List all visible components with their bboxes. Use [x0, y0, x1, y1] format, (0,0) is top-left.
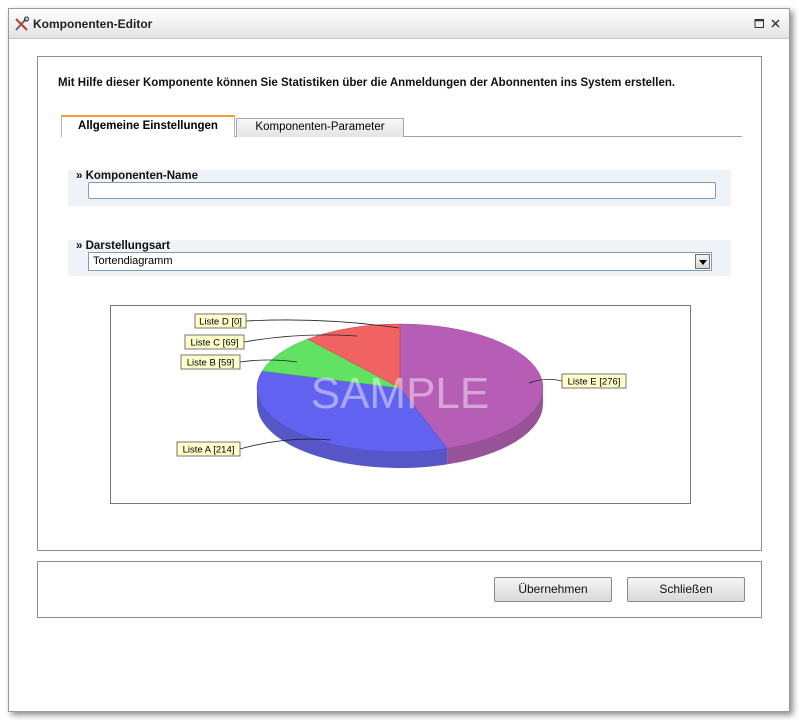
pie-chart-preview: SAMPLE Liste A [214] Liste B [59] Liste C […: [110, 305, 691, 504]
display-type-select[interactable]: Tortendiagramm: [88, 252, 712, 271]
display-type-group: » Darstellungsart Tortendiagramm: [68, 240, 731, 276]
component-editor-window: Komponenten-Editor Mit Hilfe dieser Komp…: [8, 8, 790, 712]
component-name-input[interactable]: [88, 182, 716, 199]
settings-panel: Mit Hilfe dieser Komponente können Sie S…: [37, 56, 762, 551]
pie-chart-svg: SAMPLE Liste A [214] Liste B [59] Liste C […: [176, 313, 627, 468]
callout-label-liste-e: Liste E [276]: [568, 377, 621, 388]
callout-label-liste-c: Liste C [69]: [190, 338, 238, 349]
display-type-label: » Darstellungsart: [76, 240, 170, 252]
callout-label-liste-b: Liste B [59]: [187, 358, 235, 369]
close-button[interactable]: Schließen: [627, 577, 745, 602]
component-description: Mit Hilfe dieser Komponente können Sie S…: [58, 77, 676, 89]
component-name-group: » Komponenten-Name: [68, 170, 731, 206]
close-icon[interactable]: [770, 18, 781, 29]
tab-component-parameters[interactable]: Komponenten-Parameter: [236, 118, 404, 137]
sample-watermark: SAMPLE: [311, 369, 490, 418]
title-bar: Komponenten-Editor: [9, 9, 789, 39]
maximize-icon[interactable]: [754, 18, 765, 29]
tab-general-settings[interactable]: Allgemeine Einstellungen: [61, 115, 235, 137]
apply-button[interactable]: Übernehmen: [494, 577, 612, 602]
callout-label-liste-d: Liste D [0]: [199, 317, 242, 328]
dropdown-arrow-icon[interactable]: [695, 254, 710, 269]
component-name-label: » Komponenten-Name: [76, 170, 199, 182]
callout-label-liste-a: Liste A [214]: [183, 445, 235, 456]
tools-icon: [15, 16, 30, 31]
window-title: Komponenten-Editor: [33, 17, 153, 31]
button-panel: Übernehmen Schließen: [37, 561, 762, 618]
display-type-value: Tortendiagramm: [93, 255, 173, 267]
